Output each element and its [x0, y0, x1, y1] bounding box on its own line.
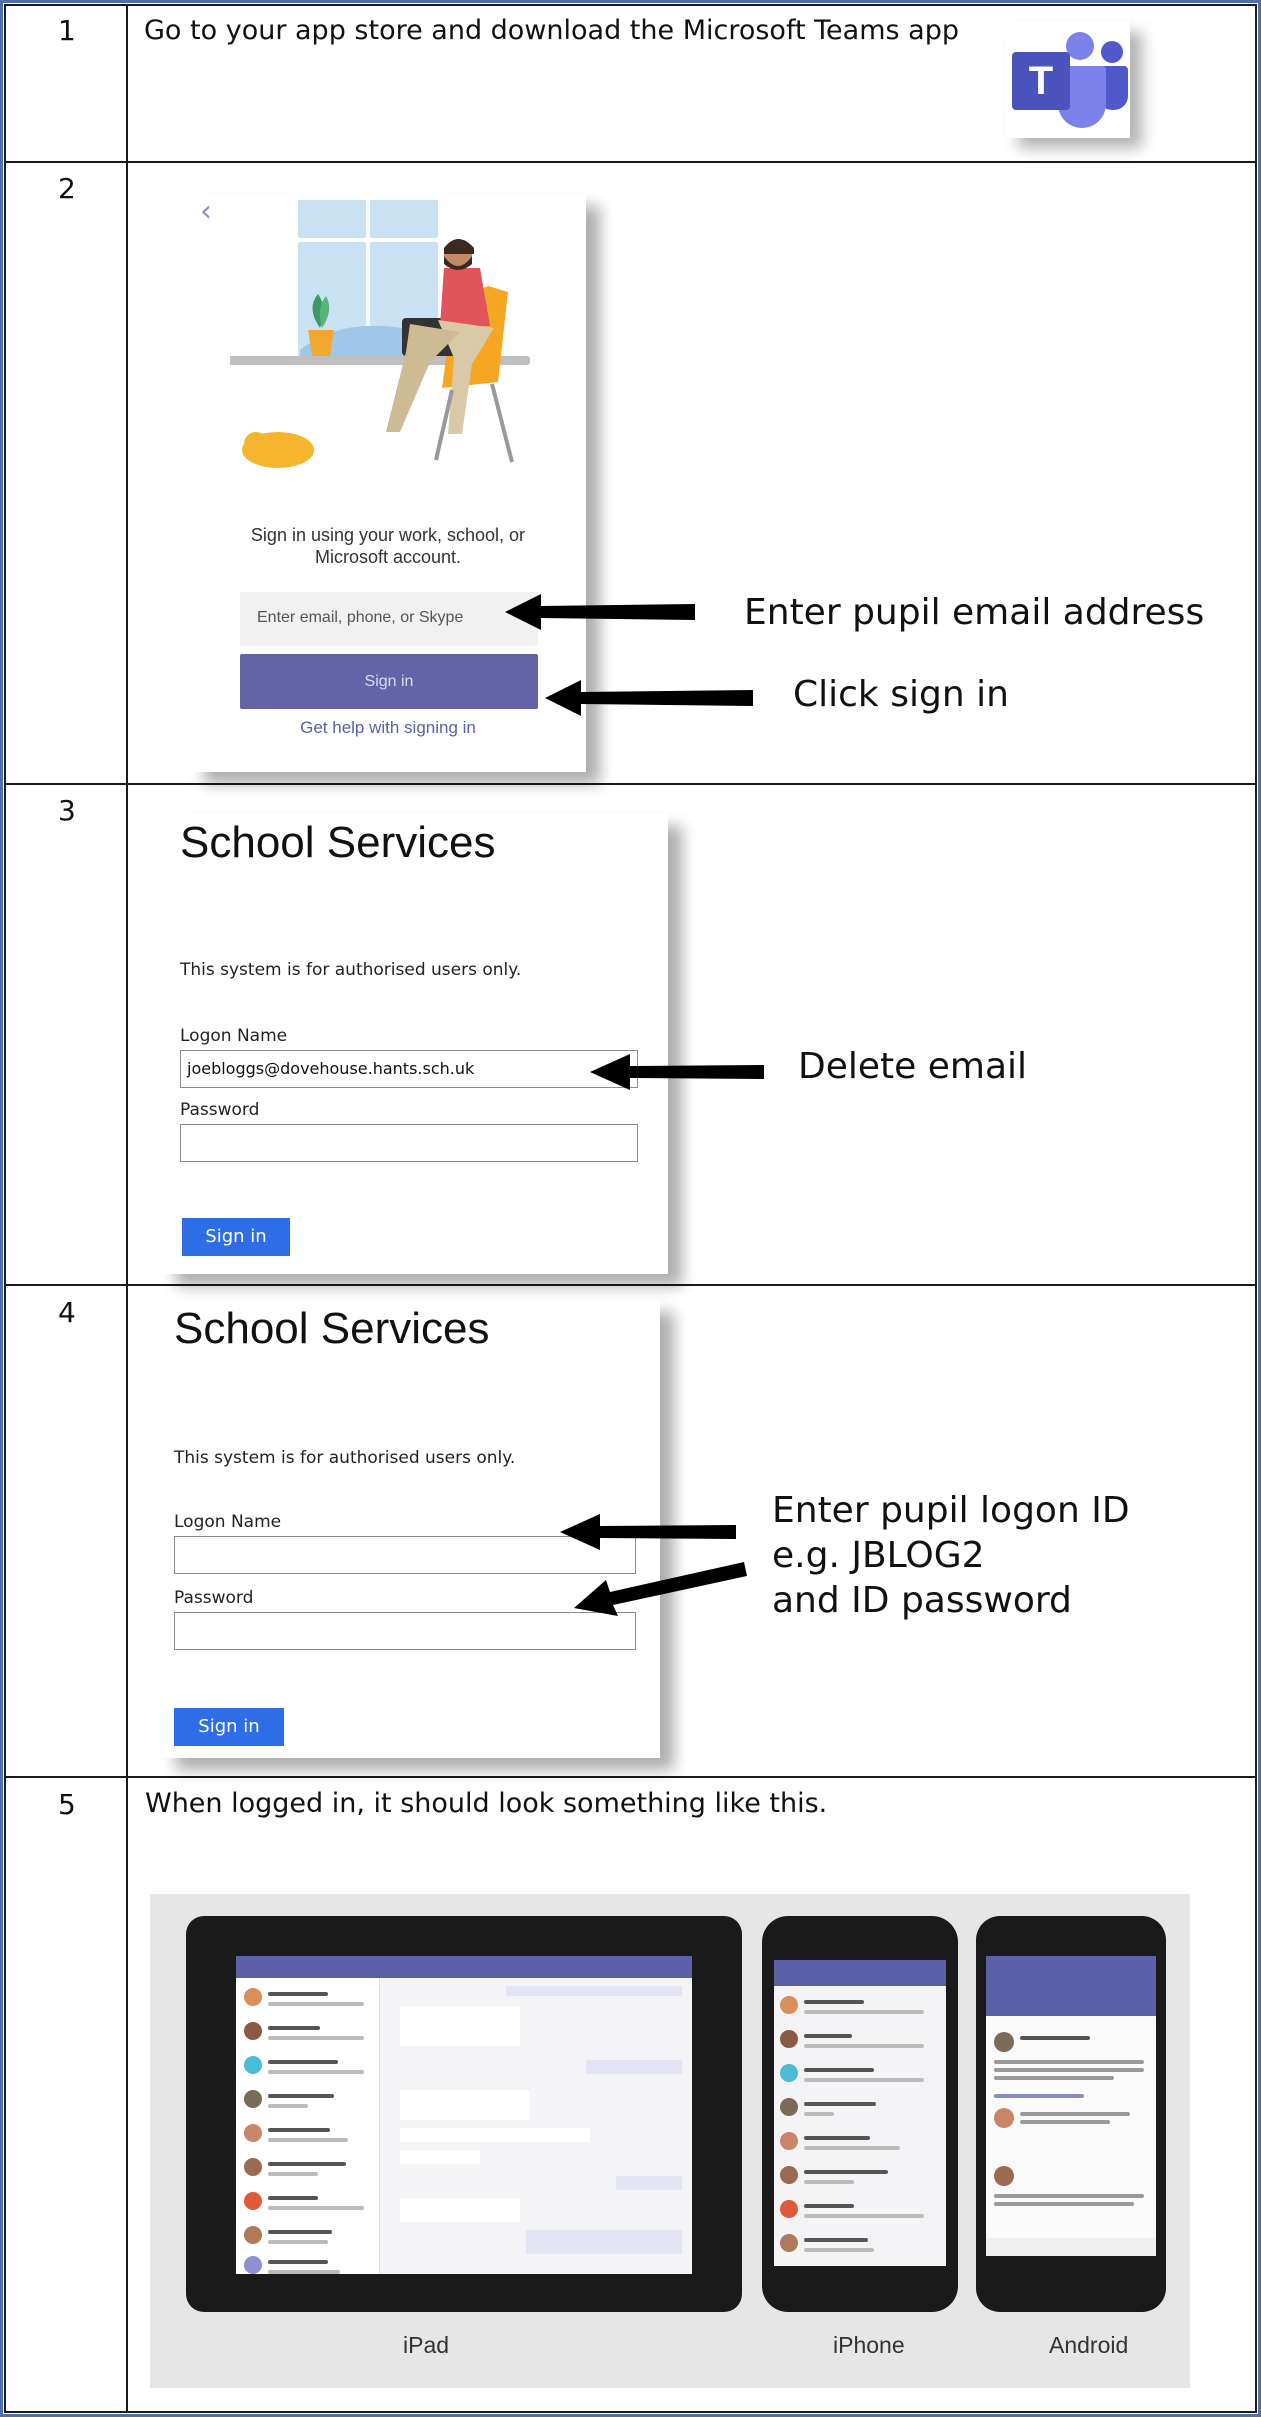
back-chevron-icon[interactable]: ‹ [200, 194, 212, 229]
row-divider [4, 1284, 1257, 1286]
teams-signin-illustration [230, 200, 530, 468]
app-bar [774, 1960, 946, 1986]
password-label: Password [180, 1100, 260, 1120]
step-number: 4 [58, 1296, 76, 1329]
step-number: 3 [58, 794, 76, 827]
annotation-logon-line3: and ID password [772, 1580, 1072, 1621]
logon-label: Logon Name [180, 1026, 288, 1046]
password-label: Password [174, 1588, 254, 1608]
step-5-instruction: When logged in, it should look something… [145, 1788, 828, 1819]
row-divider [4, 1776, 1257, 1778]
password-field[interactable] [180, 1124, 638, 1162]
step-number: 1 [58, 14, 76, 47]
app-bar [986, 1956, 1156, 2016]
android-label: Android [1049, 2332, 1129, 2358]
annotation-logon-line2: e.g. JBLOG2 [772, 1535, 985, 1576]
step-number: 2 [58, 172, 76, 205]
page-title: School Services [180, 818, 496, 867]
sign-in-button[interactable]: Sign in [182, 1218, 290, 1256]
help-link[interactable]: Get help with signing in [190, 718, 586, 738]
iphone-device [762, 1916, 958, 2312]
step-1-instruction: Go to your app store and download the Mi… [144, 15, 959, 46]
annotation-email: Enter pupil email address [744, 592, 1205, 633]
logon-name-field[interactable]: joebloggs@dovehouse.hants.sch.uk [180, 1050, 638, 1088]
sign-in-button[interactable]: Sign in [174, 1708, 284, 1746]
chat-list [236, 1978, 380, 2274]
signin-prompt-line2: Microsoft account. [314, 547, 462, 567]
annotation-delete-email: Delete email [798, 1046, 1028, 1087]
iphone-screen [774, 1960, 946, 2266]
column-divider [126, 4, 128, 2413]
annotation-sign-in: Click sign in [793, 674, 1009, 715]
sign-in-button[interactable]: Sign in [240, 654, 538, 709]
ipad-screen [236, 1956, 692, 2274]
annotation-logon-line1: Enter pupil logon ID [772, 1490, 1130, 1531]
teams-logo-icon: T [1006, 22, 1130, 138]
android-screen [986, 1956, 1156, 2256]
android-device [976, 1916, 1166, 2312]
svg-text:T: T [1029, 59, 1053, 103]
annotation-arrow [590, 1054, 764, 1090]
teams-devices-image: iPad iPhone Android [150, 1894, 1190, 2388]
app-bar [236, 1956, 692, 1978]
signin-prompt: Sign in using your work, school, or [250, 525, 526, 545]
row-divider [4, 783, 1257, 785]
ipad-device [186, 1916, 742, 2312]
ipad-label: iPad [403, 2332, 450, 2358]
row-divider [4, 161, 1257, 163]
notice-text: This system is for authorised users only… [180, 960, 522, 980]
notice-text: This system is for authorised users only… [174, 1448, 516, 1468]
page-title: School Services [174, 1304, 490, 1353]
iphone-label: iPhone [833, 2332, 905, 2358]
logon-label: Logon Name [174, 1512, 282, 1532]
annotation-arrows [560, 1514, 747, 1616]
conversation-pane [386, 1986, 686, 2266]
step-number: 5 [58, 1788, 76, 1821]
annotation-arrows [505, 594, 753, 716]
school-services-screenshot: School Services This system is for autho… [162, 814, 668, 1274]
email-input[interactable]: Enter email, phone, or Skype [240, 592, 538, 646]
